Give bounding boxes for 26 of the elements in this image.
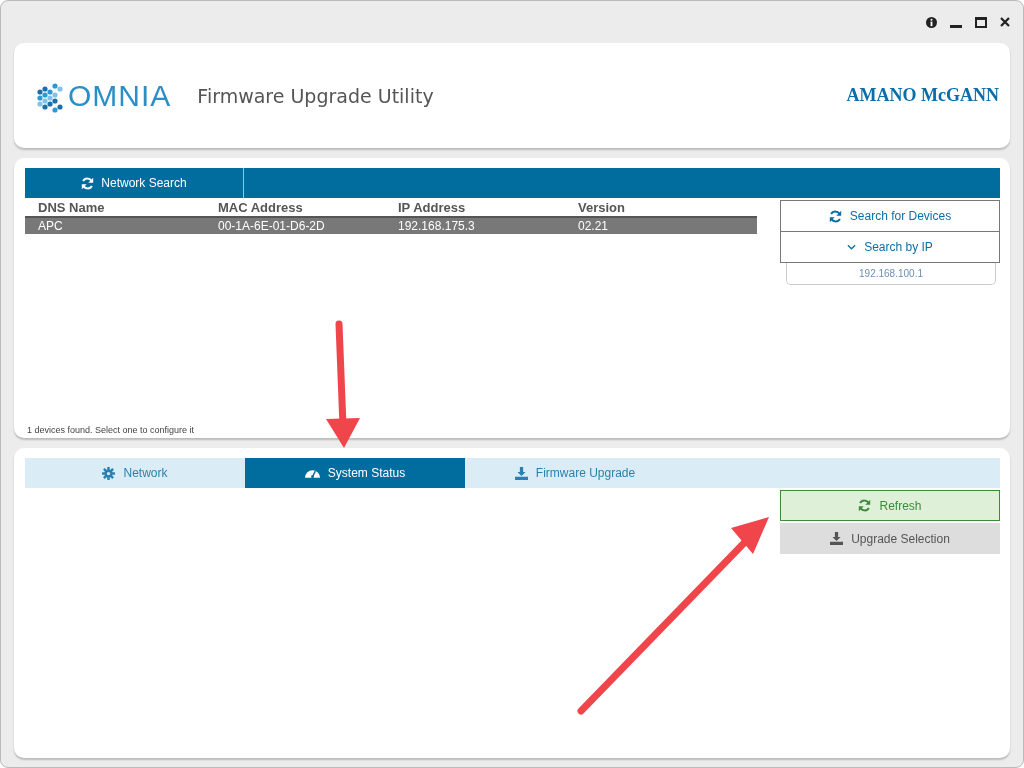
section-tab[interactable]: System Status (245, 458, 465, 488)
search-button[interactable]: Search for Devices (780, 200, 1000, 232)
refresh-icon (828, 209, 842, 223)
brand-name: AMANO McGANN (846, 85, 999, 106)
device-row[interactable]: APC 00-1A-6E-01-D6-2D 192.168.175.3 02.21 (25, 216, 757, 234)
column-header: Version (578, 199, 626, 215)
logo-wordmark: OMNIA (68, 78, 172, 113)
hexagon-dots-icon (36, 82, 66, 113)
close-icon[interactable] (1000, 17, 1010, 27)
ip-input-field[interactable]: 192.168.100.1 (786, 263, 996, 285)
action-button[interactable]: Refresh (780, 490, 1000, 521)
download-icon (830, 532, 844, 545)
refresh-icon (81, 176, 95, 190)
maximize-icon[interactable] (975, 16, 987, 28)
search-button[interactable]: Search by IP (780, 231, 1000, 263)
info-icon[interactable] (926, 16, 937, 28)
refresh-icon (858, 499, 872, 512)
column-header: IP Address (398, 199, 467, 215)
gear-icon (102, 466, 116, 480)
status-text: 1 devices found. Select one to configure it (26, 425, 196, 437)
download-icon (514, 466, 528, 480)
chevron-down-icon (847, 244, 857, 250)
column-header: MAC Address (218, 199, 304, 215)
app-title: Firmware Upgrade Utility (197, 84, 435, 107)
column-header: DNS Name (38, 199, 106, 215)
gauge-icon (304, 467, 320, 479)
